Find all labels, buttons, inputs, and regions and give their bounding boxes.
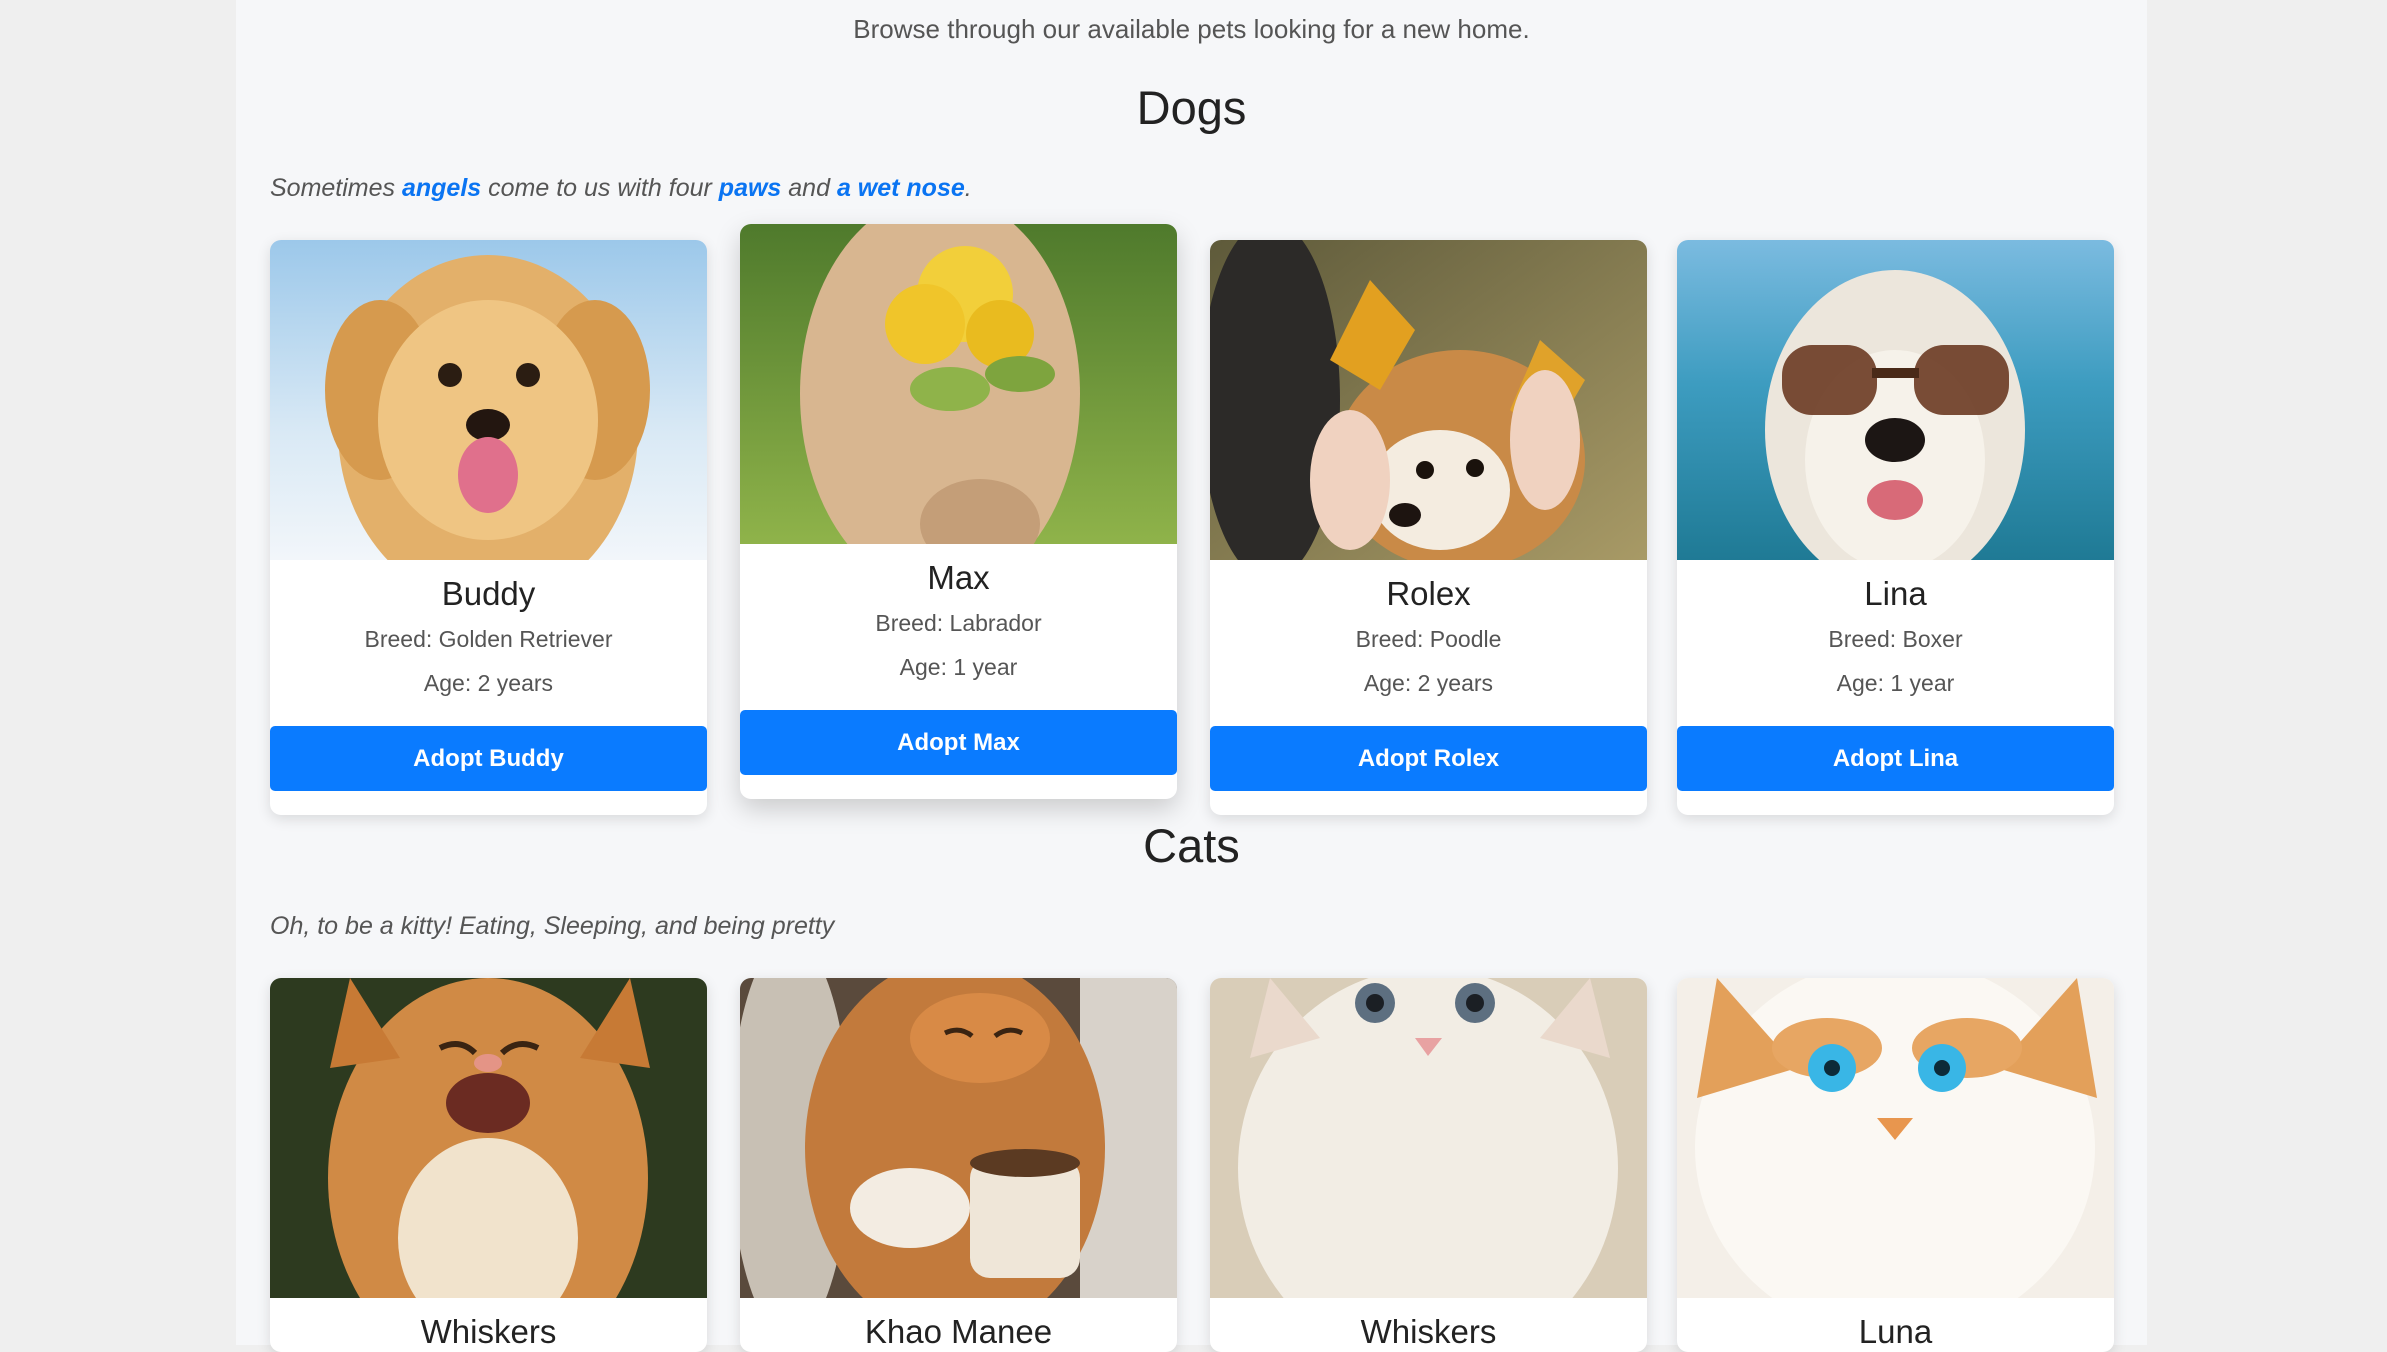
tagline-link-wet-nose[interactable]: a wet nose (837, 174, 965, 202)
pet-card-whiskers: Whiskers (270, 978, 707, 1352)
pet-name: Luna (1858, 1313, 1933, 1350)
adopt-lina-button[interactable]: Adopt Lina (1677, 726, 2114, 791)
cats-heading: Cats (1143, 819, 1240, 872)
pet-card-lina: Lina Breed: Boxer Age: 1 year Adopt Lina (1677, 240, 2114, 815)
tagline-text: come to us with four (481, 174, 719, 202)
tagline-text: . (964, 174, 972, 202)
cats-tagline: Oh, to be a kitty! Eating, Sleeping, and… (270, 912, 835, 940)
dogs-heading: Dogs (1136, 81, 1247, 134)
dogs-tagline: Sometimes angels come to us with four pa… (270, 174, 972, 203)
pet-breed: Breed: Golden Retriever (364, 626, 613, 652)
adopt-rolex-button[interactable]: Adopt Rolex (1210, 726, 1647, 791)
pet-photo-luna (1677, 978, 2114, 1298)
pet-name: Buddy (441, 575, 536, 612)
tagline-link-angels[interactable]: angels (402, 174, 481, 202)
pet-age: Age: 1 year (1836, 670, 1955, 696)
pet-name: Khao Manee (864, 1313, 1053, 1350)
pet-card-whiskers-2: Whiskers (1210, 978, 1647, 1352)
pet-age: Age: 1 year (899, 654, 1018, 680)
pet-photo-rolex (1210, 240, 1647, 560)
pet-name: Rolex (1386, 575, 1471, 612)
pet-photo-whiskers (270, 978, 707, 1298)
pet-name: Lina (1864, 575, 1927, 612)
pet-card-max: Max Breed: Labrador Age: 1 year Adopt Ma… (740, 224, 1177, 799)
pet-photo-whiskers-2 (1210, 978, 1647, 1298)
pet-card-khao-manee: Khao Manee (740, 978, 1177, 1352)
pet-photo-buddy (270, 240, 707, 560)
pet-photo-max (740, 224, 1177, 544)
pet-photo-lina (1677, 240, 2114, 560)
intro-text: Browse through our available pets lookin… (853, 14, 1530, 44)
tagline-text: and (781, 174, 837, 202)
pet-card-rolex: Rolex Breed: Poodle Age: 2 years Adopt R… (1210, 240, 1647, 815)
pet-breed: Breed: Poodle (1355, 626, 1502, 652)
adopt-buddy-button[interactable]: Adopt Buddy (270, 726, 707, 791)
pet-card-luna: Luna (1677, 978, 2114, 1352)
pet-photo-khao-manee (740, 978, 1177, 1298)
pet-breed: Breed: Labrador (875, 610, 1042, 636)
tagline-link-paws[interactable]: paws (719, 174, 782, 202)
pet-breed: Breed: Boxer (1828, 626, 1963, 652)
pet-name: Max (927, 559, 990, 596)
adopt-max-button[interactable]: Adopt Max (740, 710, 1177, 775)
tagline-text: Sometimes (270, 174, 402, 202)
pet-card-buddy: Buddy Breed: Golden Retriever Age: 2 yea… (270, 240, 707, 815)
pet-name: Whiskers (420, 1313, 557, 1350)
pet-age: Age: 2 years (1363, 670, 1494, 696)
main-content: Browse through our available pets lookin… (236, 0, 2147, 1352)
pet-age: Age: 2 years (423, 670, 554, 696)
pet-name: Whiskers (1360, 1313, 1497, 1350)
